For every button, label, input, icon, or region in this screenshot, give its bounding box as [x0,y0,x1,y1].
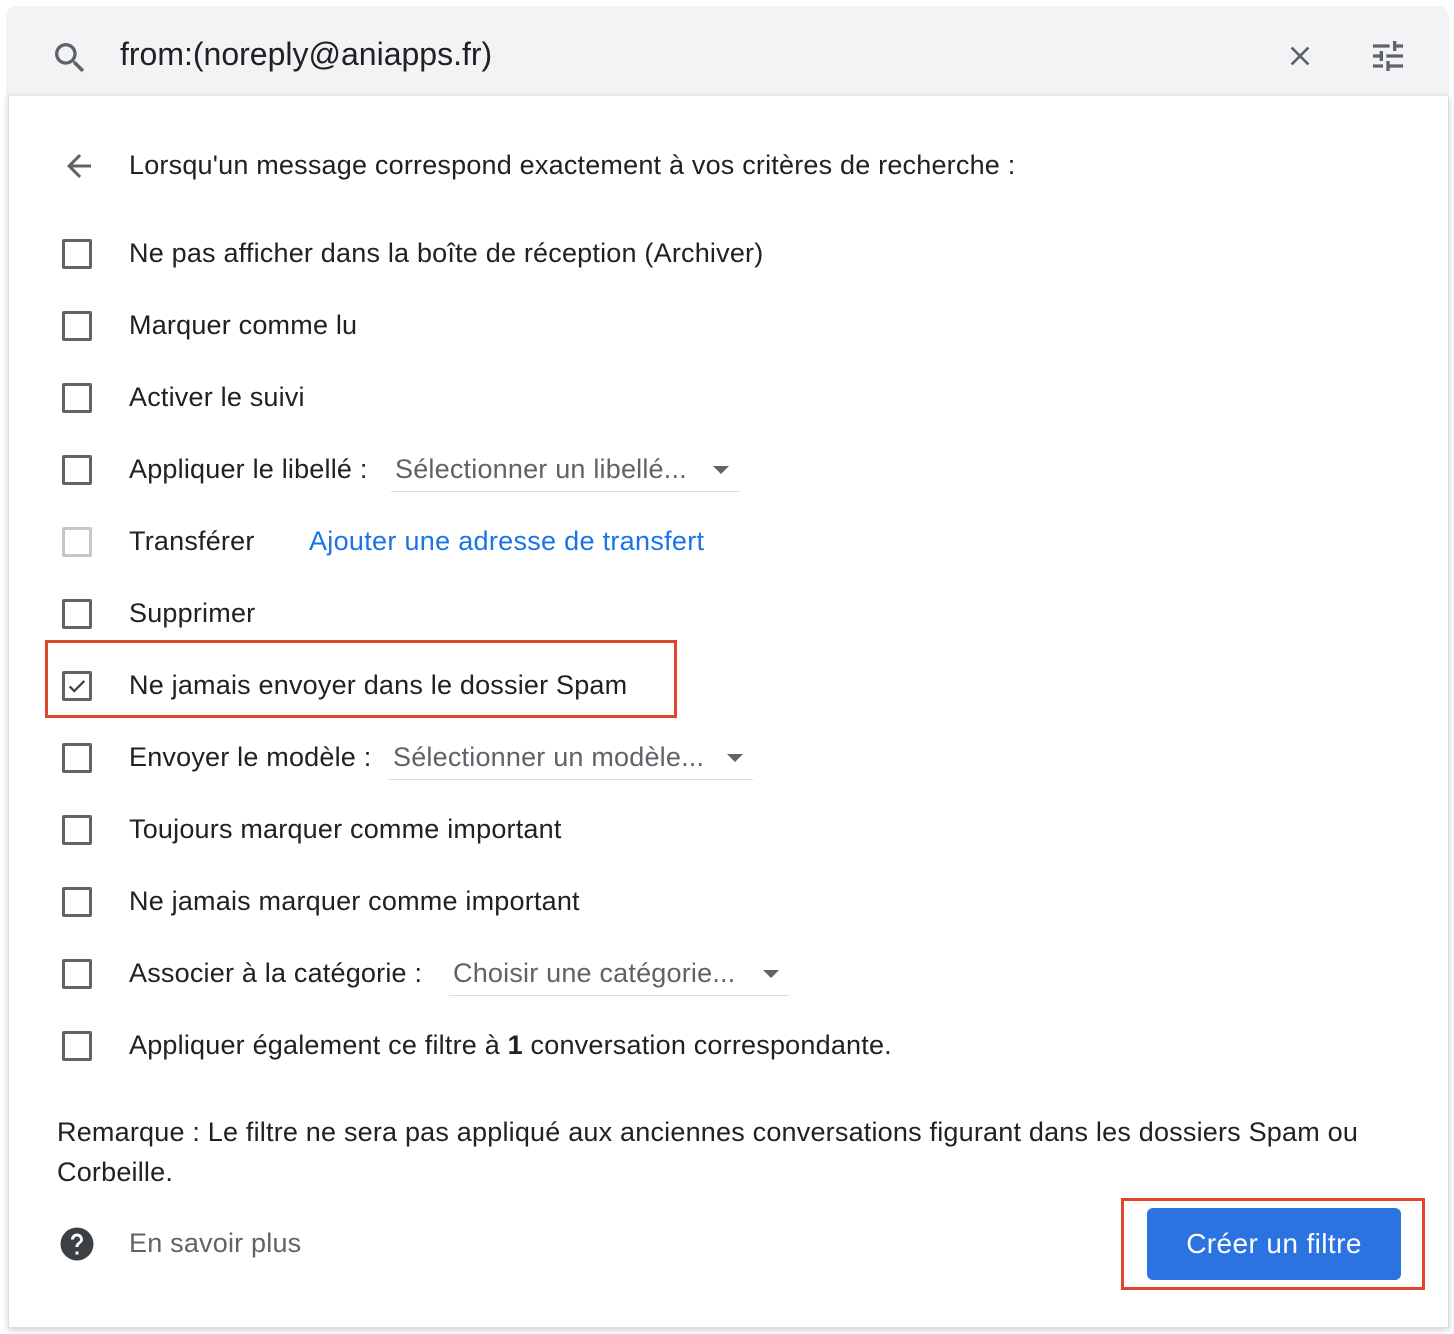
checkbox-archive[interactable] [62,239,92,269]
option-label-part: conversation correspondante. [522,1030,892,1060]
checkbox-never-important[interactable] [62,887,92,917]
option-label: Ne jamais marquer comme important [129,886,580,916]
option-label: Associer à la catégorie : [129,958,423,988]
search-icon[interactable] [50,38,90,78]
dropdown-arrow-icon [713,466,729,474]
add-forwarding-address-link[interactable]: Ajouter une adresse de transfert [309,526,704,557]
filter-heading: Lorsqu'un message correspond exactement … [129,150,1016,180]
option-label: Marquer comme lu [129,310,358,340]
close-icon[interactable] [1284,40,1316,72]
option-label: Transférer [129,526,255,556]
match-count: 1 [507,1030,523,1060]
option-label: Ne jamais envoyer dans le dossier Spam [129,670,628,700]
checkbox-send-template[interactable] [62,743,92,773]
checkbox-never-spam[interactable] [62,671,92,701]
category-select-value: Choisir une catégorie... [453,958,736,988]
checkbox-apply-label[interactable] [62,455,92,485]
checkbox-delete[interactable] [62,599,92,629]
create-filter-button[interactable]: Créer un filtre [1147,1208,1401,1280]
dropdown-arrow-icon [763,970,779,978]
option-send-template: Envoyer le modèle : Sélectionner un modè… [9,730,809,790]
back-arrow-icon[interactable] [61,148,97,184]
checkmark-icon [68,680,86,693]
tune-icon[interactable] [1368,36,1408,76]
label-select-value: Sélectionner un libellé... [395,454,687,484]
option-forward: Transférer Ajouter une adresse de transf… [9,514,809,574]
search-bar: from:(noreply@aniapps.fr) [6,6,1449,98]
checkbox-mark-read[interactable] [62,311,92,341]
help-icon[interactable] [59,1226,95,1262]
label-select[interactable]: Sélectionner un libellé... [391,448,739,492]
search-input[interactable]: from:(noreply@aniapps.fr) [120,36,492,73]
option-label: Ne pas afficher dans la boîte de récepti… [129,238,764,268]
learn-more-link[interactable]: En savoir plus [129,1228,301,1259]
checkbox-always-important[interactable] [62,815,92,845]
option-label-part: Appliquer également ce filtre à [129,1030,508,1060]
option-label: Toujours marquer comme important [129,814,562,844]
option-label: Activer le suivi [129,382,305,412]
template-select-value: Sélectionner un modèle... [393,742,705,772]
option-apply-label: Appliquer le libellé : Sélectionner un l… [9,442,809,502]
option-label: Appliquer le libellé : [129,454,368,484]
dropdown-arrow-icon [727,754,743,762]
checkbox-forward[interactable] [62,527,92,557]
checkbox-apply-existing[interactable] [62,1031,92,1061]
option-label: Supprimer [129,598,256,628]
note-text: Remarque : Le filtre ne sera pas appliqu… [57,1117,1359,1187]
category-select[interactable]: Choisir une catégorie... [449,952,789,996]
option-label: Envoyer le modèle : [129,742,372,772]
checkbox-star[interactable] [62,383,92,413]
filter-panel: Lorsqu'un message correspond exactement … [8,96,1449,1328]
checkbox-categorize[interactable] [62,959,92,989]
option-label: Appliquer également ce filtre à 1 conver… [129,1030,892,1061]
template-select[interactable]: Sélectionner un modèle... [389,736,753,780]
option-categorize: Associer à la catégorie : Choisir une ca… [9,946,809,1006]
